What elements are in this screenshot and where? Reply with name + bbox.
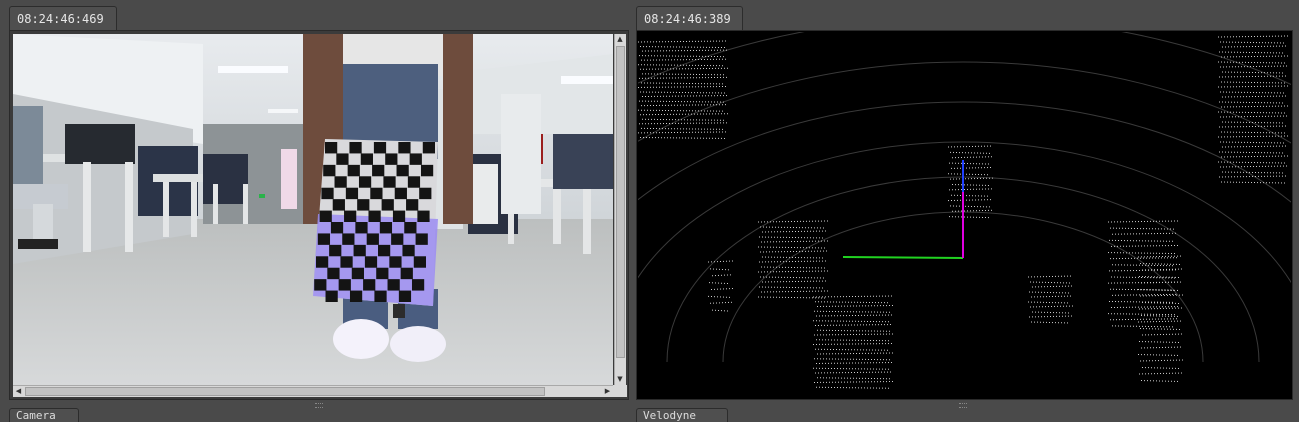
checker-square [409, 153, 422, 165]
checker-square [360, 153, 373, 165]
checker-square [321, 187, 334, 200]
checker-square [381, 199, 394, 211]
scroll-up-arrow-icon[interactable]: ▲ [615, 34, 625, 45]
checker-square [389, 256, 402, 268]
checker-square [353, 244, 366, 257]
camera-vertical-scrollbar[interactable]: ▲ ▼ [614, 34, 626, 385]
checker-square [316, 256, 329, 268]
checker-square [406, 199, 419, 211]
checker-square [398, 290, 412, 302]
scroll-down-arrow-icon[interactable]: ▼ [615, 374, 625, 385]
checker-square [417, 210, 430, 222]
checker-square [323, 164, 336, 177]
lidar-panel: 08:24:46:389 Velodyne [634, 0, 1299, 422]
checker-square [317, 233, 331, 245]
camera-timestamp-tab[interactable]: 08:24:46:469 [9, 6, 117, 30]
lidar-frame [636, 30, 1293, 400]
checker-square [342, 233, 355, 245]
checker-square [402, 244, 415, 257]
vertical-scroll-thumb[interactable] [616, 46, 625, 358]
camera-timestamp: 08:24:46:469 [17, 12, 104, 26]
checker-square [349, 142, 362, 154]
checker-square [364, 256, 378, 268]
checker-square [376, 267, 389, 280]
x-axis-line [842, 256, 964, 259]
checker-square [319, 210, 332, 222]
checker-square [378, 244, 391, 257]
checker-square [332, 199, 345, 211]
splitter-grip[interactable] [315, 403, 323, 408]
checker-square [372, 164, 385, 177]
checker-square [394, 187, 407, 200]
checker-square [387, 279, 400, 291]
checker-square [413, 256, 426, 268]
lidar-timestamp-tab[interactable]: 08:24:46:389 [636, 6, 743, 30]
checker-square [345, 187, 359, 200]
checker-square [400, 267, 413, 280]
camera-frame: ▲ ▼ ◀ ▶ [9, 30, 629, 400]
lidar-pointcloud [638, 32, 1291, 398]
lidar-bottom-tab-label: Velodyne [643, 409, 696, 422]
checker-square [385, 153, 398, 165]
checker-square [391, 233, 404, 245]
checker-square [338, 279, 351, 291]
camera-panel: 08:24:46:469 ▲ ▼ ◀ ▶ Camera [0, 0, 630, 422]
camera-scene [13, 34, 613, 385]
checker-square [325, 290, 338, 302]
checker-square [422, 142, 435, 154]
checker-square [368, 210, 381, 222]
camera-bottom-tab-label: Camera [16, 409, 56, 422]
camera-horizontal-scrollbar[interactable]: ◀ ▶ [13, 385, 613, 397]
checker-square [336, 153, 349, 165]
checker-square [363, 279, 376, 291]
checker-square [358, 176, 372, 188]
checker-square [374, 290, 387, 302]
checker-square [407, 176, 421, 188]
checker-square [347, 164, 360, 177]
checker-square [379, 222, 393, 234]
checker-square [411, 279, 425, 291]
checker-square [327, 267, 340, 280]
checker-square [334, 176, 347, 188]
checker-square [329, 244, 342, 257]
checker-square [355, 222, 368, 234]
scroll-corner [613, 385, 627, 397]
checker-square [383, 176, 396, 188]
checker-square [420, 164, 434, 177]
checker-square [349, 290, 363, 302]
checker-square [392, 210, 406, 222]
checker-square [396, 164, 409, 177]
horizontal-scroll-thumb[interactable] [25, 387, 545, 396]
checker-square [398, 142, 411, 154]
camera-image [13, 34, 613, 385]
checker-square [373, 142, 387, 154]
checker-square [330, 222, 344, 234]
checker-square [357, 199, 370, 211]
lidar-timestamp: 08:24:46:389 [644, 12, 731, 26]
checker-square [325, 142, 338, 154]
checker-square [419, 187, 432, 200]
scroll-right-arrow-icon[interactable]: ▶ [602, 386, 613, 397]
checkerboard [313, 139, 438, 306]
scroll-left-arrow-icon[interactable]: ◀ [13, 386, 24, 397]
splitter-grip-right[interactable] [959, 403, 967, 408]
checker-square [366, 233, 379, 245]
checker-square [344, 210, 357, 222]
checker-square [351, 267, 364, 280]
checker-square [415, 233, 428, 245]
checker-square [340, 256, 353, 268]
checker-square [404, 222, 417, 234]
checker-square [370, 187, 383, 200]
checker-square [314, 279, 327, 291]
